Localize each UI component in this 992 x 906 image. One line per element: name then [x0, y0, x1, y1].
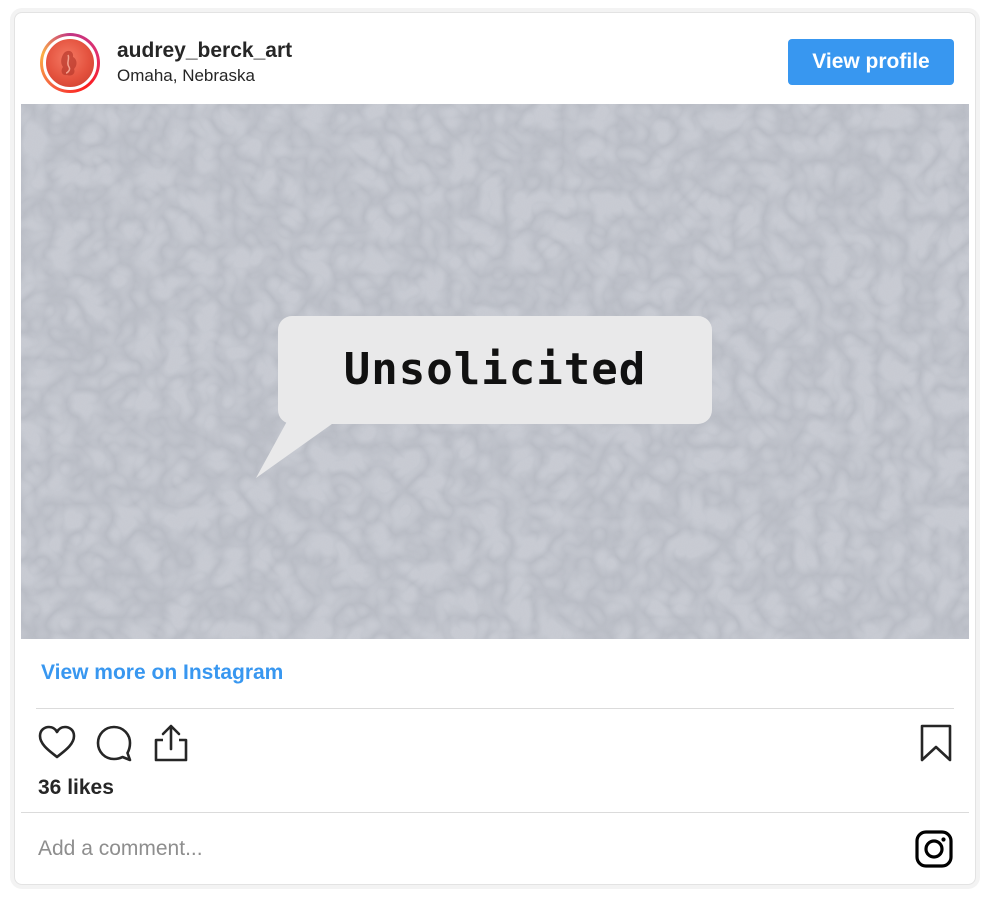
heart-icon[interactable]: [37, 723, 77, 763]
view-more-link[interactable]: View more on Instagram: [41, 661, 283, 685]
avatar-image: [43, 36, 97, 90]
post-image[interactable]: Unsolicited: [21, 104, 969, 639]
speech-bubble-text: Unsolicited: [343, 344, 647, 395]
view-profile-button[interactable]: View profile: [788, 39, 954, 85]
location[interactable]: Omaha, Nebraska: [117, 66, 255, 86]
divider: [21, 812, 969, 813]
username[interactable]: audrey_berck_art: [117, 39, 292, 63]
instagram-embed-card: audrey_berck_art Omaha, Nebraska View pr…: [14, 12, 976, 885]
avatar-figure-icon: [61, 50, 77, 76]
divider: [36, 708, 954, 709]
comment-input[interactable]: Add a comment...: [38, 837, 203, 861]
speech-bubble-tail: [256, 414, 346, 478]
comment-icon[interactable]: [94, 723, 134, 763]
speech-bubble: Unsolicited: [278, 316, 712, 424]
avatar[interactable]: [40, 33, 100, 93]
bookmark-icon[interactable]: [918, 723, 954, 763]
likes-count[interactable]: 36 likes: [38, 776, 114, 800]
share-icon[interactable]: [151, 723, 191, 763]
post-header: audrey_berck_art Omaha, Nebraska View pr…: [15, 13, 975, 105]
instagram-logo-icon[interactable]: [914, 829, 954, 869]
